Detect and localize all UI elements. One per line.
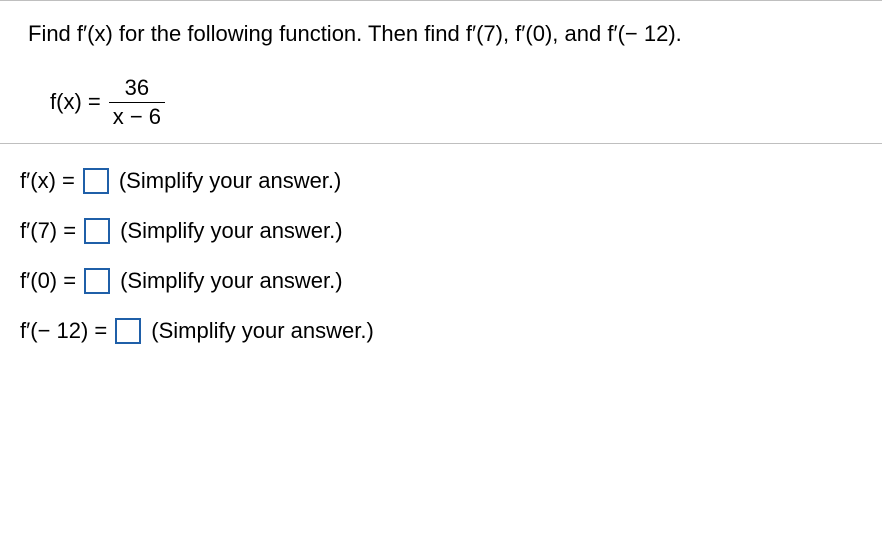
answer-row-fprime-7: f′(7) = (Simplify your answer.)	[20, 218, 854, 244]
answer-label: f′(x) =	[20, 168, 75, 194]
answer-row-fprime-0: f′(0) = (Simplify your answer.)	[20, 268, 854, 294]
answer-row-fprime-neg12: f′(− 12) = (Simplify your answer.)	[20, 318, 854, 344]
answer-hint: (Simplify your answer.)	[151, 318, 374, 344]
answer-hint: (Simplify your answer.)	[119, 168, 342, 194]
answer-label: f′(7) =	[20, 218, 76, 244]
answer-input-fprime-0[interactable]	[84, 268, 110, 294]
answer-hint: (Simplify your answer.)	[120, 268, 343, 294]
fraction: 36 x − 6	[109, 76, 165, 129]
problem-section: Find f′(x) for the following function. T…	[0, 1, 882, 143]
fraction-numerator: 36	[121, 76, 153, 102]
answer-input-fprime-neg12[interactable]	[115, 318, 141, 344]
function-label: f(x) =	[50, 89, 101, 115]
answer-input-fprime-7[interactable]	[84, 218, 110, 244]
answer-input-fprime-x[interactable]	[83, 168, 109, 194]
fraction-denominator: x − 6	[109, 102, 165, 129]
answer-section: f′(x) = (Simplify your answer.) f′(7) = …	[0, 144, 882, 344]
answer-hint: (Simplify your answer.)	[120, 218, 343, 244]
problem-prompt: Find f′(x) for the following function. T…	[28, 19, 854, 50]
function-definition: f(x) = 36 x − 6	[50, 76, 854, 129]
answer-label: f′(0) =	[20, 268, 76, 294]
answer-row-fprime-x: f′(x) = (Simplify your answer.)	[20, 168, 854, 194]
answer-label: f′(− 12) =	[20, 318, 107, 344]
